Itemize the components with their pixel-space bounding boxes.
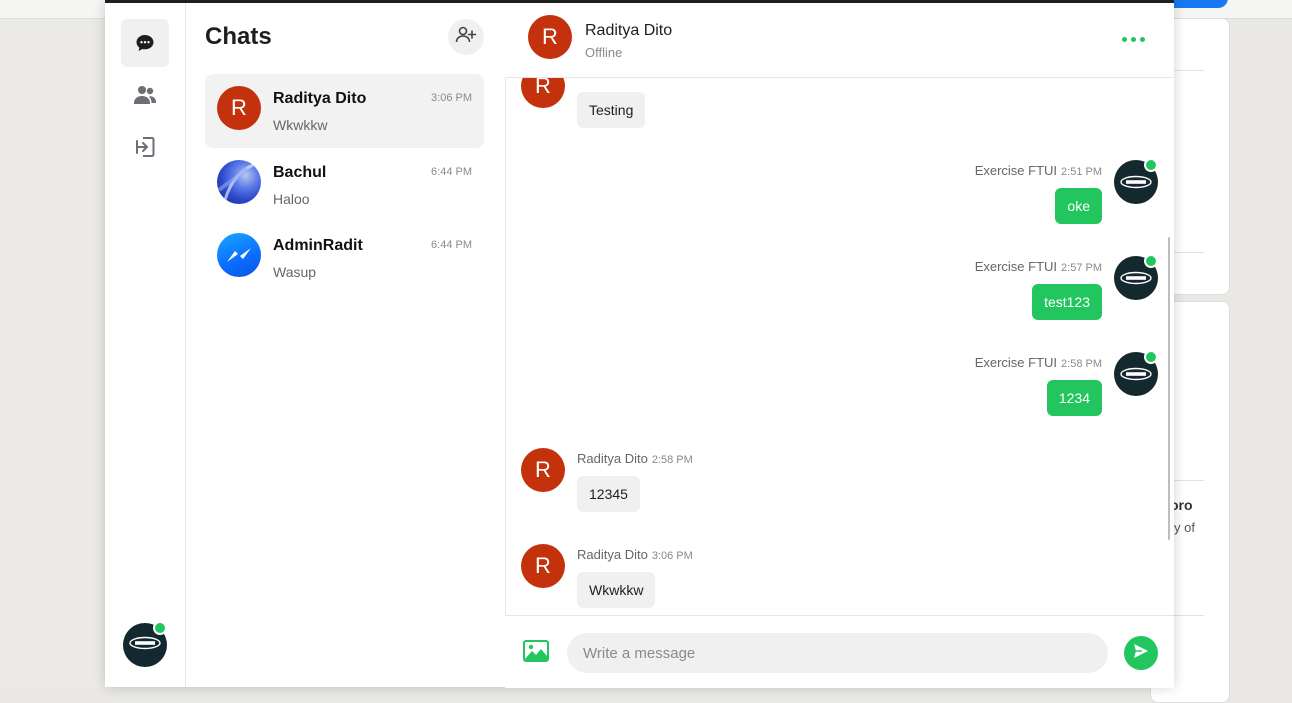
chat-item-time: 6:44 PM	[431, 239, 472, 251]
avatar	[217, 160, 261, 204]
conversation-panel: R Raditya Dito Offline R Testing Exercis…	[505, 3, 1174, 688]
chat-item-raditya-dito[interactable]: R Raditya Dito Wkwkkw 3:06 PM	[205, 74, 484, 148]
chat-item-last-message: Haloo	[273, 191, 310, 207]
message-bubble: test123	[1032, 284, 1102, 320]
contact-avatar[interactable]: R	[528, 15, 572, 59]
attach-image-button[interactable]	[523, 640, 549, 667]
message-avatar: R	[521, 544, 565, 588]
online-indicator	[1144, 254, 1158, 268]
chat-item-time: 3:06 PM	[431, 92, 472, 104]
nav-rail	[105, 3, 186, 687]
message-bubble: 1234	[1046, 380, 1102, 416]
more-dot	[1131, 37, 1136, 42]
background-page	[0, 18, 105, 688]
message-sender: Exercise FTUI	[974, 259, 1058, 274]
more-horizontal-icon	[1122, 37, 1127, 42]
background-divider	[1170, 252, 1204, 253]
avatar: R	[217, 86, 261, 130]
message-time: 2:57 PM	[1061, 262, 1102, 274]
message-time: 3:06 PM	[651, 550, 693, 562]
chat-item-adminradit[interactable]: AdminRadit Wasup 6:44 PM	[205, 221, 484, 295]
message-bubble: Wkwkkw	[577, 572, 656, 608]
image-icon	[523, 640, 549, 666]
message-avatar	[1114, 254, 1158, 300]
chat-item-last-message: Wkwkkw	[273, 117, 328, 133]
send-icon	[1132, 642, 1150, 665]
contact-status: Offline	[585, 45, 623, 60]
message-avatar: R	[521, 448, 565, 492]
add-friend-button[interactable]	[448, 19, 484, 55]
background-divider	[1170, 70, 1204, 71]
nav-logout-button[interactable]	[121, 123, 169, 171]
message-time: 2:51 PM	[1061, 166, 1102, 178]
conversation-header: R Raditya Dito Offline	[505, 3, 1174, 78]
message-sender: Exercise FTUI	[974, 163, 1058, 178]
chat-item-bachul[interactable]: Bachul Haloo 6:44 PM	[205, 148, 484, 222]
scrollbar[interactable]	[1168, 237, 1170, 540]
user-avatar[interactable]	[123, 621, 167, 667]
racing-logo-icon	[1119, 265, 1153, 291]
chat-item-name: Bachul	[273, 164, 327, 181]
chat-list-title: Chats	[205, 23, 272, 50]
logout-icon	[134, 136, 156, 158]
message-bubble: Testing	[577, 92, 646, 128]
racing-logo-icon	[128, 636, 162, 655]
background-divider	[1170, 615, 1204, 616]
message-sender: Raditya Dito	[577, 547, 648, 562]
message-list[interactable]: R Testing Exercise FTUI 2:51 PM oke Exerc…	[505, 77, 1174, 615]
online-indicator	[1144, 158, 1158, 172]
message-sender: Exercise FTUI	[974, 355, 1058, 370]
message-sender: Raditya Dito	[577, 451, 648, 466]
chat-item-time: 6:44 PM	[431, 166, 472, 178]
message-input[interactable]	[567, 633, 1108, 673]
online-indicator	[1144, 350, 1158, 364]
message-composer	[505, 615, 1174, 688]
background-text: y of	[1174, 520, 1195, 535]
message-meta: Raditya Dito 3:06 PM	[577, 547, 693, 562]
message-meta: Raditya Dito 2:58 PM	[577, 451, 693, 466]
more-dot	[1140, 37, 1145, 42]
message-meta: Exercise FTUI 2:51 PM	[975, 163, 1102, 178]
chat-list-panel: Chats R Raditya Dito Wkwkkw 3:06 PM Bach…	[185, 3, 506, 687]
message-bubble: 12345	[577, 476, 640, 512]
background-divider	[1170, 480, 1204, 481]
message-bubble: oke	[1055, 188, 1102, 224]
message-avatar	[1114, 158, 1158, 204]
chat-item-name: Raditya Dito	[273, 90, 367, 107]
users-icon	[133, 84, 157, 106]
nav-friends-button[interactable]	[121, 71, 169, 119]
racing-logo-icon	[1119, 361, 1153, 387]
send-button[interactable]	[1124, 636, 1158, 670]
message-time: 2:58 PM	[651, 454, 693, 466]
message-avatar: R	[521, 77, 565, 108]
chat-item-name: AdminRadit	[273, 237, 363, 254]
nav-chats-button[interactable]	[121, 19, 169, 67]
message-time: 2:58 PM	[1061, 358, 1102, 370]
chat-item-last-message: Wasup	[273, 264, 317, 280]
add-user-icon	[455, 26, 477, 49]
messenger-logo-icon	[217, 233, 261, 277]
chat-app-window: Chats R Raditya Dito Wkwkkw 3:06 PM Bach…	[105, 0, 1174, 688]
chat-bubble-icon	[135, 33, 155, 53]
message-avatar	[1114, 350, 1158, 396]
contact-name: Raditya Dito	[585, 22, 673, 39]
message-meta: Exercise FTUI 2:58 PM	[975, 355, 1102, 370]
racing-logo-icon	[1119, 169, 1153, 195]
more-options-button[interactable]	[1122, 37, 1145, 42]
online-indicator	[153, 621, 167, 635]
message-meta: Exercise FTUI 2:57 PM	[975, 259, 1102, 274]
